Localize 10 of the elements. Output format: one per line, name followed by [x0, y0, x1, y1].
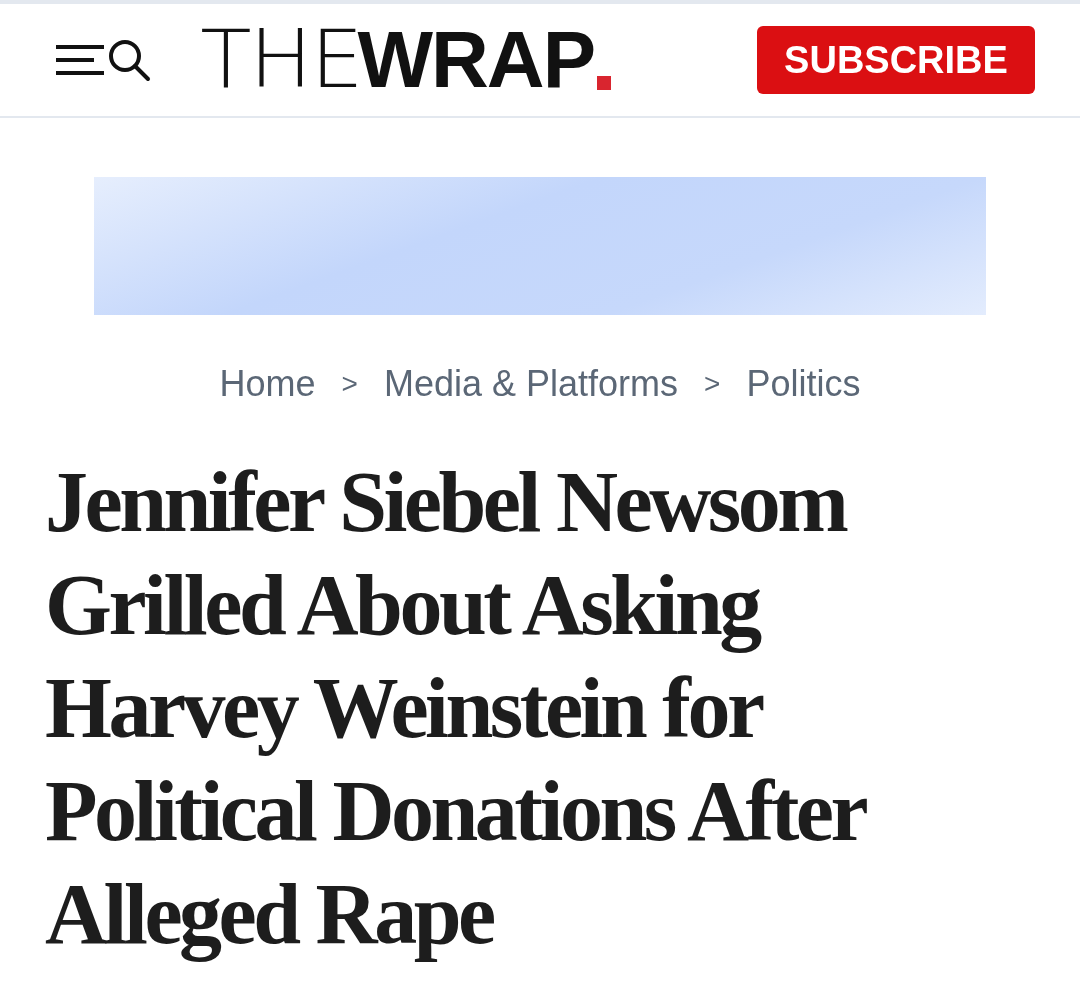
breadcrumb-link[interactable]: Politics: [746, 363, 861, 405]
site-logo[interactable]: THEWRAP: [204, 20, 611, 100]
article-headline: Jennifer Siebel Newsom Grilled About Asking Harvey Weinstein for Political Donations After Alleged Rape: [45, 453, 866, 964]
separator-icon: >: [704, 368, 721, 400]
separator-icon: >: [341, 368, 358, 400]
menu-icon[interactable]: [54, 43, 106, 77]
breadcrumb-link[interactable]: Home: [219, 363, 316, 405]
search-icon[interactable]: [106, 37, 152, 83]
breadcrumb-link[interactable]: Media & Platforms: [383, 363, 679, 405]
subscribe-button[interactable]: SUBSCRIBE: [757, 26, 1035, 94]
